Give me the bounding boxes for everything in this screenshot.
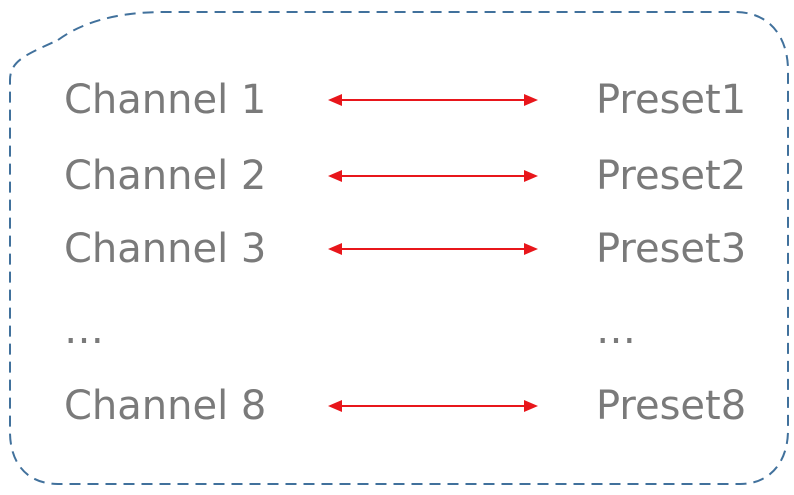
mapping-row-channel-1: Channel 1 Preset1 — [0, 70, 794, 130]
mapping-row-ellipsis: … … — [0, 300, 794, 360]
bidirectional-arrow-icon — [328, 243, 538, 255]
channel-label: Channel 8 — [64, 383, 267, 429]
preset-ellipsis: … — [596, 307, 636, 353]
preset-label: Preset8 — [596, 383, 747, 429]
mapping-row-channel-2: Channel 2 Preset2 — [0, 146, 794, 206]
channel-label: Channel 2 — [64, 153, 267, 199]
channel-ellipsis: … — [64, 307, 104, 353]
preset-label: Preset3 — [596, 226, 747, 272]
mapping-row-channel-3: Channel 3 Preset3 — [0, 219, 794, 279]
bidirectional-arrow-icon — [328, 94, 538, 106]
channel-label: Channel 3 — [64, 226, 267, 272]
channel-label: Channel 1 — [64, 77, 267, 123]
bidirectional-arrow-icon — [328, 170, 538, 182]
preset-label: Preset1 — [596, 77, 747, 123]
preset-label: Preset2 — [596, 153, 747, 199]
bidirectional-arrow-icon — [328, 400, 538, 412]
mapping-row-channel-8: Channel 8 Preset8 — [0, 376, 794, 436]
